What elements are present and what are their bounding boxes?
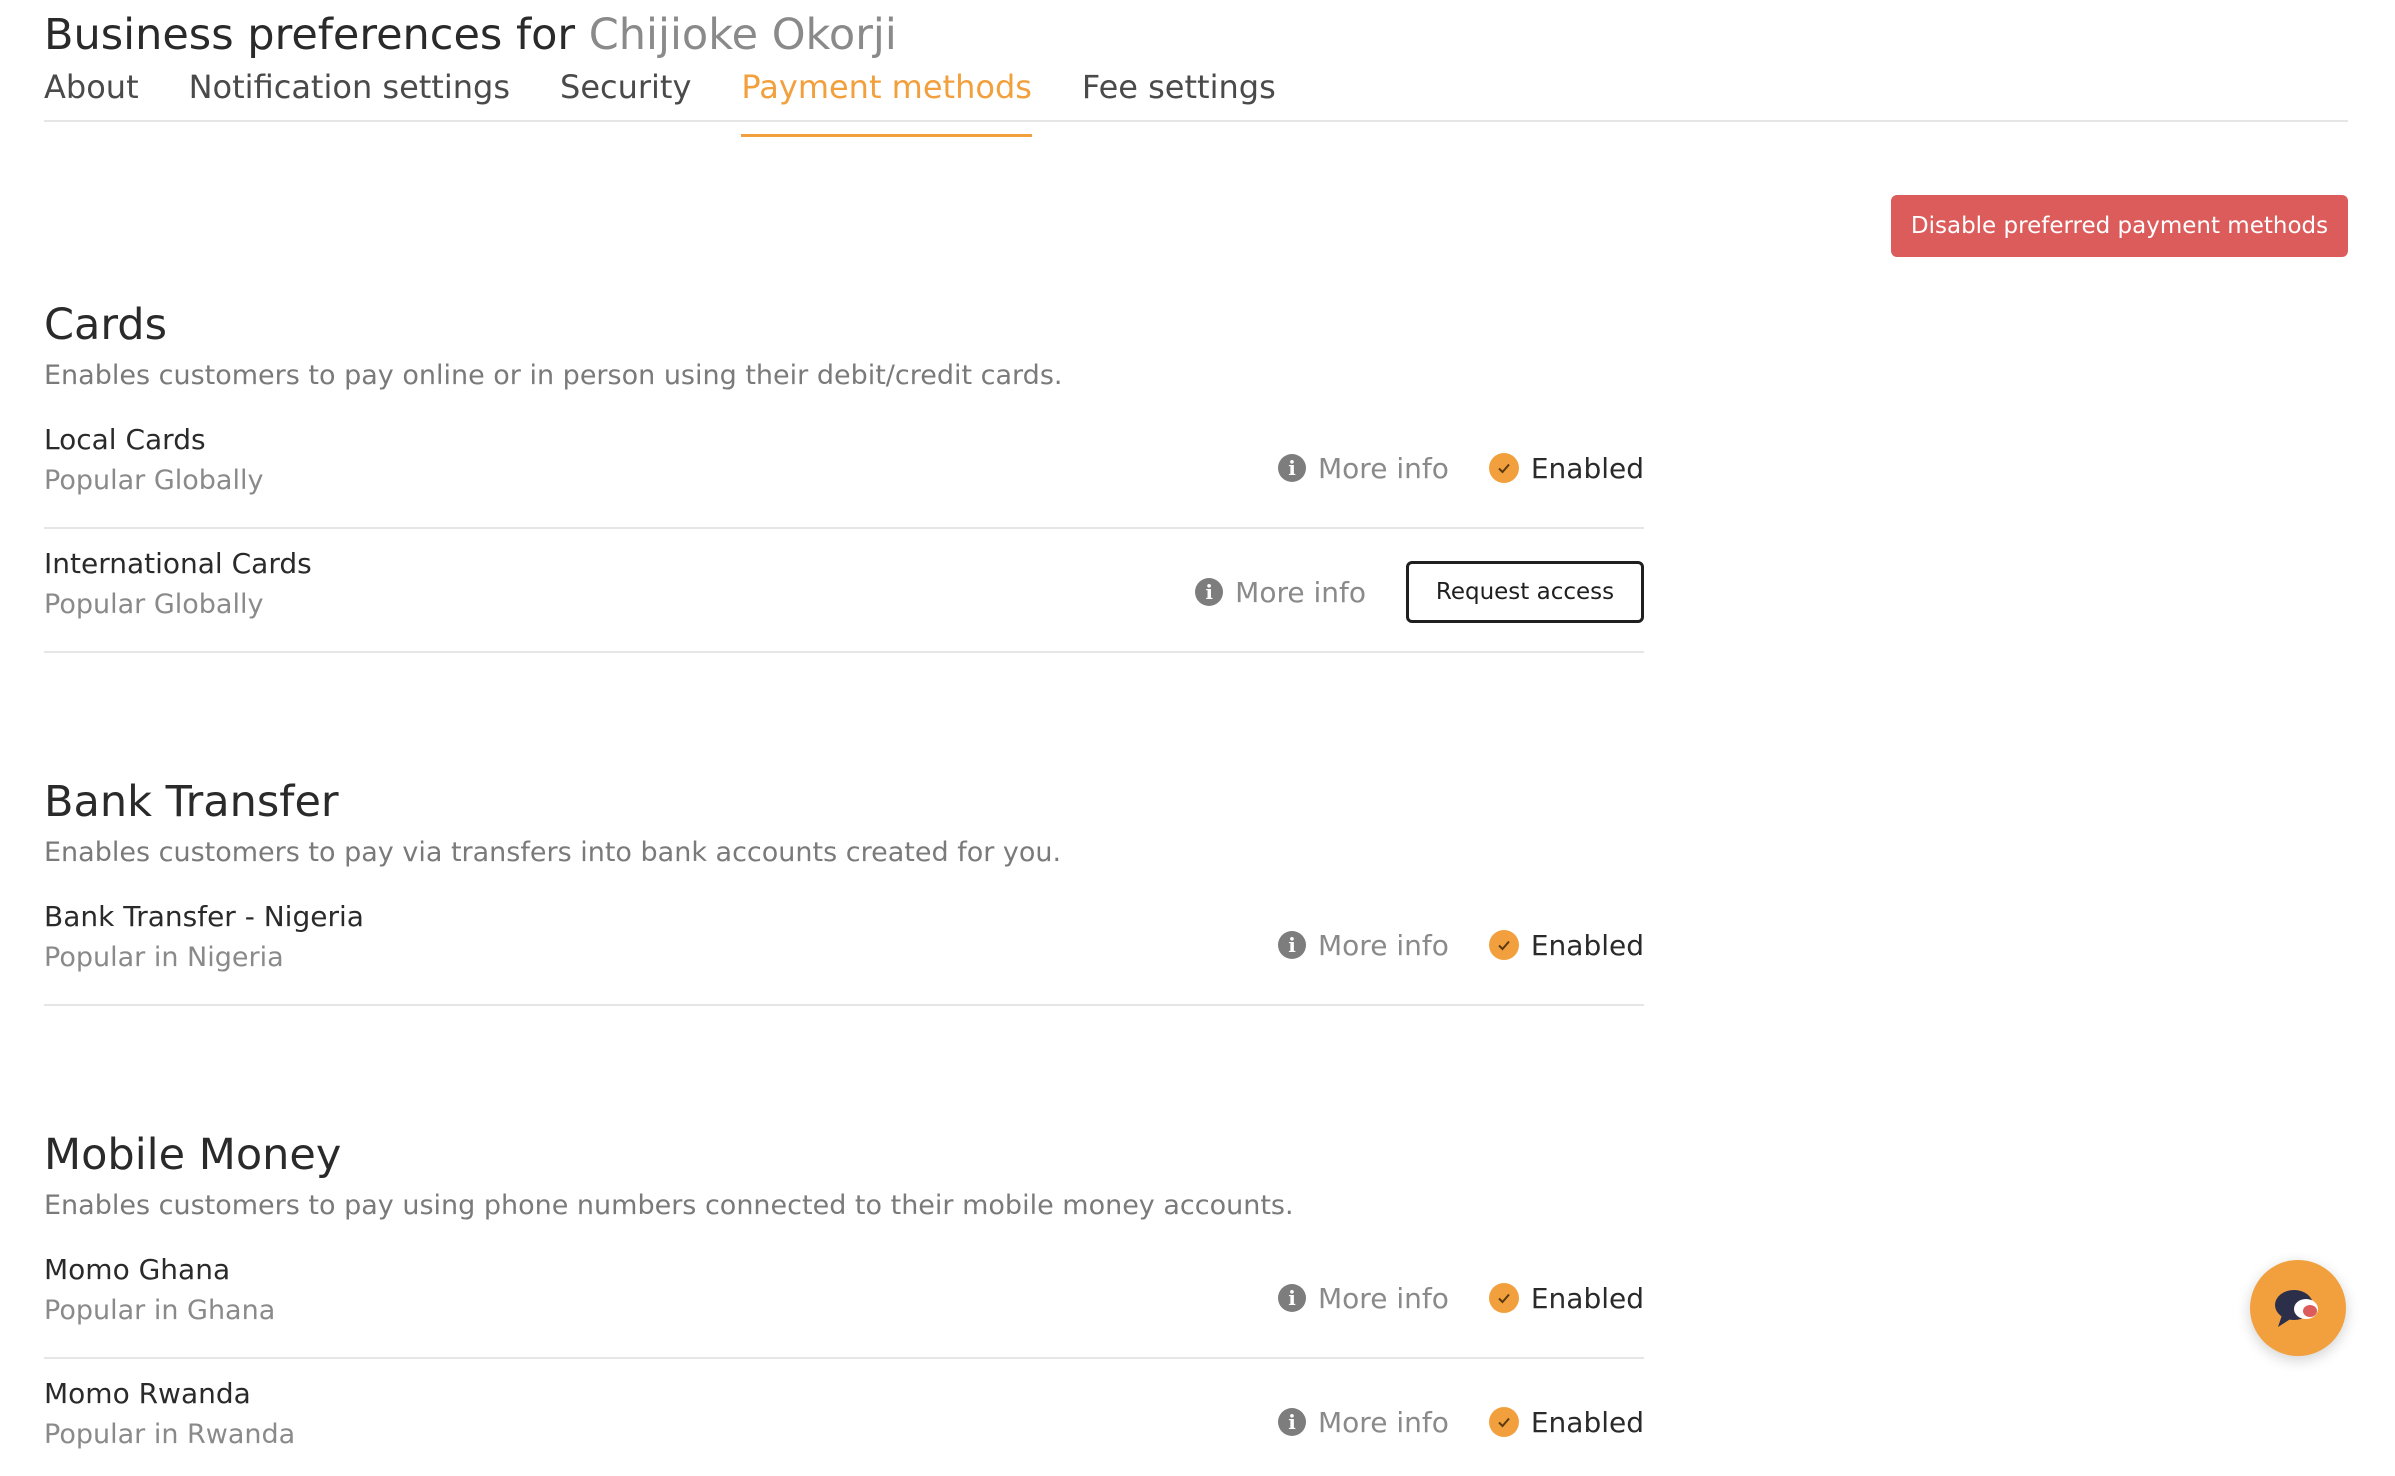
tab-payment-methods[interactable]: Payment methods [741,64,1032,137]
more-info-link[interactable]: i More info [1278,929,1449,962]
more-info-label: More info [1235,575,1366,609]
method-name: International Cards [44,547,312,580]
more-info-label: More info [1318,928,1449,962]
tab-security[interactable]: Security [560,64,691,120]
request-access-button[interactable]: Request access [1406,561,1644,623]
tab-about[interactable]: About [44,64,139,120]
status-label: Enabled [1530,1405,1644,1439]
chat-bubble-icon [2275,1290,2318,1327]
section-cards: Cards Enables customers to pay online or… [44,300,1644,653]
section-mobile-money: Mobile Money Enables customers to pay us… [44,1130,1644,1476]
more-info-link[interactable]: i More info [1278,1406,1449,1439]
info-circle-icon: i [1278,1284,1307,1312]
section-title: Cards [44,300,167,350]
method-name: Momo Rwanda [44,1377,251,1410]
info-circle-icon: i [1278,1408,1307,1436]
status-label: Enabled [1530,928,1644,962]
page-title-prefix: Business preferences for [44,10,576,60]
info-circle-icon: i [1278,454,1307,482]
payment-method-row-bank-transfer-nigeria: Bank Transfer - Nigeria Popular in Niger… [44,882,1644,1006]
status-badge: Enabled [1488,451,1644,485]
payment-method-row-international-cards: International Cards Popular Globally i M… [44,529,1644,653]
more-info-link[interactable]: i More info [1278,452,1449,485]
method-subtitle: Popular in Nigeria [44,942,284,973]
tab-notification-settings[interactable]: Notification settings [189,64,510,120]
more-info-label: More info [1318,451,1449,485]
more-info-link[interactable]: i More info [1195,576,1366,609]
status-label: Enabled [1530,1281,1644,1315]
method-subtitle: Popular in Ghana [44,1295,276,1326]
section-bank-transfer: Bank Transfer Enables customers to pay v… [44,777,1644,1006]
method-name: Bank Transfer - Nigeria [44,900,364,933]
method-subtitle: Popular Globally [44,465,264,496]
info-circle-icon: i [1278,931,1307,959]
section-description: Enables customers to pay using phone num… [44,1190,1294,1221]
tab-fee-settings[interactable]: Fee settings [1082,64,1276,120]
section-title: Mobile Money [44,1130,342,1180]
info-circle-icon: i [1195,578,1224,606]
method-name: Momo Ghana [44,1253,231,1286]
payment-method-row-momo-rwanda: Momo Rwanda Popular in Rwanda i More inf… [44,1359,1644,1476]
more-info-link[interactable]: i More info [1278,1282,1449,1315]
page: Business preferences for Chijioke Okorji… [0,0,2395,1476]
method-name: Local Cards [44,423,206,456]
chat-launcher-button[interactable] [2250,1260,2346,1356]
method-subtitle: Popular in Rwanda [44,1419,296,1450]
status-badge: Enabled [1488,928,1644,962]
check-circle-icon [1488,1407,1519,1437]
status-label: Enabled [1530,451,1644,485]
disable-preferred-payment-methods-button[interactable]: Disable preferred payment methods [1891,195,2348,257]
method-subtitle: Popular Globally [44,589,264,620]
page-title: Business preferences for Chijioke Okorji [44,10,897,60]
check-circle-icon [1488,930,1519,960]
more-info-label: More info [1318,1405,1449,1439]
payment-method-row-local-cards: Local Cards Popular Globally i More info… [44,405,1644,529]
business-owner-name: Chijioke Okorji [588,10,897,60]
section-description: Enables customers to pay online or in pe… [44,360,1063,391]
status-badge: Enabled [1488,1405,1644,1439]
more-info-label: More info [1318,1281,1449,1315]
section-description: Enables customers to pay via transfers i… [44,837,1062,868]
settings-tabs: About Notification settings Security Pay… [44,64,2348,137]
section-title: Bank Transfer [44,777,339,827]
check-circle-icon [1488,453,1519,483]
payment-method-row-momo-ghana: Momo Ghana Popular in Ghana i More info … [44,1235,1644,1359]
status-badge: Enabled [1488,1281,1644,1315]
check-circle-icon [1488,1283,1519,1313]
